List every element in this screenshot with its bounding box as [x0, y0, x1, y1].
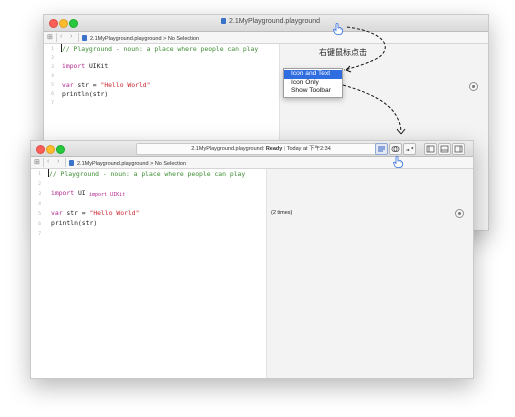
window-toolbar: 2.1MyPlayground.playground: Ready | Toda… — [31, 141, 473, 157]
menu-item-icon-only[interactable]: Icon Only — [284, 79, 342, 88]
breadcrumb[interactable]: 2.1MyPlayground.playground > No Selectio… — [69, 159, 186, 167]
code-line-5: var str = "Hello World" — [51, 209, 140, 217]
zoom-button[interactable] — [56, 145, 65, 154]
minimize-button[interactable] — [59, 19, 68, 28]
version-editor-button[interactable] — [403, 143, 416, 155]
bottom-panel-toggle[interactable] — [438, 143, 451, 155]
playground-file-icon — [82, 34, 87, 41]
context-menu: Icon and Text Icon Only Show Toolbar — [283, 68, 343, 98]
lines-icon — [378, 146, 385, 152]
venn-icon — [391, 146, 400, 152]
code-line-3: import UI — [51, 189, 86, 197]
playground-file-icon — [69, 159, 74, 166]
window-title: 2.1MyPlayground.playground — [221, 18, 320, 25]
minimize-button[interactable] — [46, 145, 55, 154]
jump-bar: ⊞ ‹ › 2.1MyPlayground.playground > No Se… — [31, 157, 473, 169]
back-arrow-icon[interactable]: ‹ — [60, 33, 62, 40]
result-value: (2 times) — [271, 210, 293, 216]
hand-cursor-icon — [393, 156, 403, 168]
code-line-1: // Playground - noun: a place where peop… — [48, 169, 246, 178]
assistant-editor-button[interactable] — [389, 143, 402, 155]
code-line-5: var str = "Hello World" — [62, 81, 151, 89]
code-line-6: println(str) — [51, 219, 98, 227]
code-line-6: println(str) — [62, 90, 109, 98]
bottom-panel-icon — [440, 145, 449, 153]
breadcrumb[interactable]: 2.1MyPlayground.playground > No Selectio… — [82, 34, 199, 42]
left-panel-icon — [426, 145, 435, 153]
arrows-icon — [406, 146, 414, 152]
annotation-text: 右键鼠标点击 — [319, 48, 367, 57]
standard-editor-button[interactable] — [375, 143, 388, 155]
quick-look-icon[interactable] — [455, 209, 464, 218]
playground-file-icon — [221, 18, 226, 24]
back-arrow-icon[interactable]: ‹ — [47, 158, 49, 165]
zoom-button[interactable] — [69, 19, 78, 28]
code-line-3: import UIKit — [62, 62, 109, 70]
forward-arrow-icon[interactable]: › — [70, 33, 72, 40]
playground-window-front: 2.1MyPlayground.playground: Ready | Toda… — [30, 140, 474, 379]
right-panel-icon — [454, 145, 463, 153]
jump-bar: ⊞ ‹ › 2.1MyPlayground.playground > No Se… — [44, 32, 488, 44]
forward-arrow-icon[interactable]: › — [57, 158, 59, 165]
hand-cursor-icon — [333, 23, 343, 35]
menu-item-show-toolbar[interactable]: Show Toolbar — [284, 87, 342, 96]
code-line-1: // Playground - noun: a place where peop… — [61, 44, 259, 53]
close-button[interactable] — [36, 145, 45, 154]
autocomplete-suggestion[interactable]: import UIKit — [89, 192, 126, 198]
activity-status-bar: 2.1MyPlayground.playground: Ready | Toda… — [136, 143, 386, 155]
window-titlebar: 2.1MyPlayground.playground — [44, 15, 488, 32]
line-number-gutter: 1 2 3 4 5 6 7 — [31, 169, 44, 378]
results-sidebar: (2 times) — [266, 169, 473, 378]
related-items-icon[interactable]: ⊞ — [34, 159, 40, 166]
menu-item-icon-and-text[interactable]: Icon and Text — [284, 70, 342, 79]
close-button[interactable] — [49, 19, 58, 28]
left-panel-toggle[interactable] — [424, 143, 437, 155]
related-items-icon[interactable]: ⊞ — [47, 34, 53, 41]
quick-look-icon[interactable] — [469, 82, 478, 91]
right-panel-toggle[interactable] — [452, 143, 465, 155]
